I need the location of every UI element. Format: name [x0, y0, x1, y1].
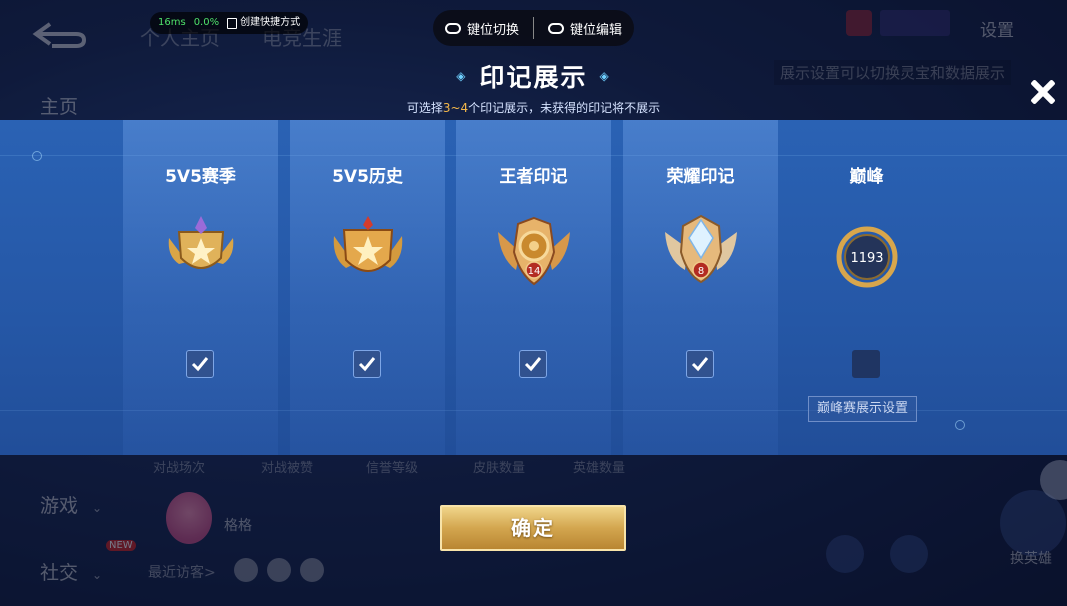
mark-card-king: 王者印记 14: [456, 120, 611, 455]
shortcut-label: 创建快捷方式: [240, 17, 301, 28]
mark-card-glory: 荣耀印记 8: [623, 120, 778, 455]
mark-checkbox[interactable]: [353, 350, 381, 378]
subtitle-suffix: 个印记展示，未获得的印记将不展示: [468, 101, 661, 115]
title-deco-icon: ◈: [599, 69, 611, 83]
modal-title-text: 印记展示: [479, 63, 588, 92]
peak-badge-icon: 1193: [836, 226, 898, 288]
mark-checkbox[interactable]: [186, 350, 214, 378]
keymap-toolbar: 键位切换 键位编辑: [433, 10, 635, 46]
perf-overlay: 16ms 0.0% 创建快捷方式: [150, 12, 309, 34]
title-deco-icon: ◈: [456, 69, 468, 83]
create-shortcut-button[interactable]: 创建快捷方式: [227, 12, 300, 34]
peak-score: 1193: [850, 251, 883, 266]
modal-header: ◈ 印记展示 ◈: [0, 58, 1067, 94]
ping-value: 16ms: [158, 17, 186, 28]
checkmark-icon: [524, 357, 542, 372]
mark-label: 荣耀印记: [666, 167, 735, 187]
silver-star-badge-icon: [168, 216, 234, 269]
mark-card-5v5-history: 5V5历史: [290, 120, 445, 455]
mark-checkbox[interactable]: [852, 350, 880, 378]
key-edit-label: 键位编辑: [570, 22, 623, 38]
subtitle-prefix: 可选择: [406, 101, 443, 115]
subtitle-range: 3~4: [442, 101, 469, 115]
gamepad-icon: [445, 22, 461, 34]
mark-label: 王者印记: [499, 167, 568, 187]
modal-title: ◈ 印记展示 ◈: [456, 58, 610, 94]
packet-loss-value: 0.0%: [193, 17, 220, 28]
mark-label: 5V5赛季: [165, 167, 236, 187]
king-mark-number: 14: [528, 266, 541, 277]
key-switch-button[interactable]: 键位切换: [445, 19, 519, 38]
mark-label: 巅峰: [849, 167, 884, 187]
mark-checkbox[interactable]: [519, 350, 547, 378]
confirm-button[interactable]: 确定: [440, 505, 626, 551]
checkmark-icon: [358, 357, 376, 372]
glory-mark-badge-icon: 8: [665, 214, 737, 284]
deco-dot: [32, 151, 42, 161]
checkmark-icon: [691, 357, 709, 372]
mark-label: 5V5历史: [332, 167, 403, 187]
divider: [533, 17, 535, 39]
gamepad-icon: [548, 22, 565, 34]
checkmark-icon: [191, 357, 209, 372]
mark-card-5v5-season: 5V5赛季: [123, 120, 278, 455]
shortcut-icon: [227, 17, 238, 29]
key-switch-label: 键位切换: [467, 22, 520, 38]
peak-display-settings-button[interactable]: 巅峰赛展示设置: [808, 396, 918, 422]
gold-star-badge-icon: [333, 216, 403, 272]
king-mark-badge-icon: 14: [498, 216, 570, 286]
key-edit-button[interactable]: 键位编辑: [548, 19, 622, 38]
modal-subtitle: 可选择3~4个印记展示，未获得的印记将不展示: [0, 99, 1067, 116]
deco-dot: [955, 420, 965, 430]
mark-checkbox[interactable]: [686, 350, 714, 378]
close-icon[interactable]: [1025, 74, 1061, 110]
glory-mark-number: 8: [698, 266, 704, 277]
